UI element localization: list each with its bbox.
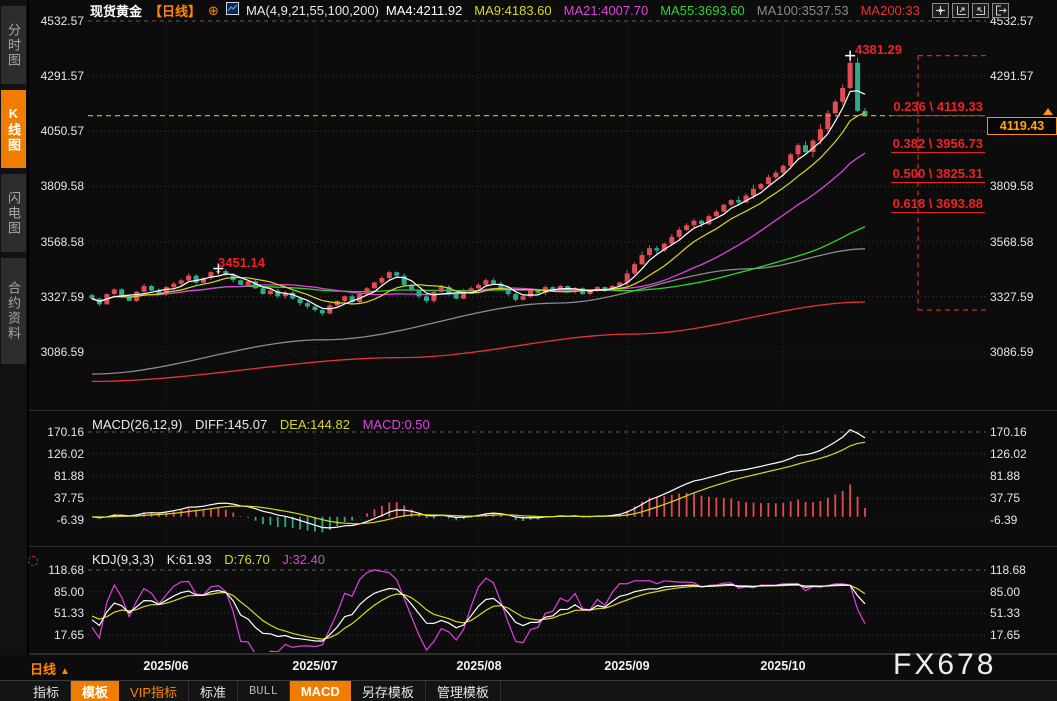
date-label: 2025/09 [594, 659, 660, 673]
kdj-axis-right-tick: 17.65 [990, 628, 1020, 642]
date-label: 2025/06 [133, 659, 199, 673]
period-selector[interactable]: 日线 ▲ [30, 659, 70, 678]
current-price-box: 4119.43 [987, 117, 1057, 135]
add-indicator-icon[interactable]: ⊕ [208, 4, 219, 17]
ma-settings-label: MA(4,9,21,55,100,200) [246, 3, 379, 18]
trading-app-window: 分时图K线图闪电图合约资料 现货黄金 【日线】 ⊕ MA(4,9,21,55,1… [0, 0, 1057, 701]
scale-x-icon[interactable] [952, 3, 969, 18]
macd-title: MACD(26,12,9) [92, 417, 182, 432]
kdj-axis-right-tick: 51.33 [990, 606, 1020, 620]
price-axis-left-tick: 4291.57 [0, 69, 84, 83]
chart-type-sidebar: 分时图K线图闪电图合约资料 [0, 0, 29, 655]
symbol-title: 现货黄金 [90, 1, 142, 20]
pan-crosshair-icon[interactable] [932, 3, 949, 18]
mini-chart-icon [226, 2, 239, 18]
kdj-j-value: J:32.40 [282, 552, 325, 567]
macd-diff-value: DIFF:145.07 [195, 417, 267, 432]
price-axis-left-tick: 3568.58 [0, 235, 84, 249]
chart-header: 现货黄金 【日线】 ⊕ MA(4,9,21,55,100,200) MA4:42… [90, 2, 920, 18]
kdj-header: KDJ(9,3,3) K:61.93 D:76.70 J:32.40 [92, 552, 334, 567]
kdj-axis-right-tick: 118.68 [990, 563, 1026, 577]
ma-legend-value: MA55:3693.60 [660, 3, 745, 18]
macd-axis-right-tick: 126.02 [990, 447, 1027, 461]
toolbar-item[interactable]: 管理模板 [426, 681, 501, 701]
macd-axis-right-tick: 81.88 [990, 469, 1020, 483]
toolbar-item[interactable]: 模板 [71, 681, 119, 701]
macd-axis-left-tick: 37.75 [0, 491, 84, 505]
macd-axis-right-tick: -6.39 [990, 513, 1017, 527]
chart-tool-icons [932, 3, 1009, 18]
kdj-d-value: D:76.70 [224, 552, 270, 567]
price-axis-left-tick: 3809.58 [0, 179, 84, 193]
price-axis-right-tick: 3568.58 [990, 235, 1033, 249]
price-axis-left-tick: 4050.57 [0, 124, 84, 138]
price-axis-right-tick: 3809.58 [990, 179, 1033, 193]
kdj-axis-right-tick: 85.00 [990, 585, 1020, 599]
price-axis-right-tick: 3327.59 [990, 290, 1033, 304]
price-axis-left-tick: 3086.59 [0, 345, 84, 359]
macd-layer [92, 430, 865, 533]
macd-axis-left-tick: 170.16 [0, 425, 84, 439]
ma-legend-value: MA9:4183.60 [474, 3, 551, 18]
price-axis-left-tick: 4532.57 [0, 14, 84, 28]
ma-legend-value: MA4:4211.92 [386, 3, 462, 18]
high-price-label: 4381.29 [855, 42, 902, 57]
ma-legend-value: MA21:4007.70 [564, 3, 649, 18]
fib-level-label: 0.382 \ 3956.73 [891, 136, 985, 153]
swing-high-label: 3451.14 [218, 255, 265, 270]
indicator-toolbar: 指标模板VIP指标标准BULLMACD另存模板管理模板 [0, 680, 1057, 701]
kdj-k-value: K:61.93 [167, 552, 212, 567]
macd-header: MACD(26,12,9) DIFF:145.07 DEA:144.82 MAC… [92, 417, 439, 432]
macd-axis-right-tick: 37.75 [990, 491, 1020, 505]
fib-level-label: 0.236 \ 4119.33 [891, 99, 985, 116]
macd-axis-left-tick: 81.88 [0, 469, 84, 483]
fib-level-label: 0.618 \ 3693.88 [891, 196, 985, 213]
date-label: 2025/08 [446, 659, 512, 673]
price-axis-right-tick: 3086.59 [990, 345, 1033, 359]
date-label: 2025/07 [282, 659, 348, 673]
kdj-axis-left-tick: 51.33 [0, 606, 84, 620]
macd-axis-left-tick: 126.02 [0, 447, 84, 461]
period-arrow-icon: ▲ [60, 666, 70, 677]
toolbar-item[interactable]: BULL [238, 681, 290, 701]
watermark: FX678 [893, 648, 996, 682]
ma-legend-value: MA100:3537.53 [757, 3, 849, 18]
price-axis-right-tick: 4291.57 [990, 69, 1033, 83]
price-axis-left-tick: 3327.59 [0, 290, 84, 304]
macd-axis-right-tick: 170.16 [990, 425, 1027, 439]
toolbar-item[interactable]: 标准 [189, 681, 238, 701]
macd-axis-left-tick: -6.39 [0, 513, 84, 527]
period-tag: 【日线】 [149, 1, 201, 20]
macd-value: MACD:0.50 [363, 417, 430, 432]
price-arrow-icon [1043, 108, 1053, 115]
toolbar-item[interactable]: 另存模板 [351, 681, 426, 701]
ma-legend-value: MA200:33 [861, 3, 920, 18]
date-label: 2025/10 [750, 659, 816, 673]
ma-legend: MA4:4211.92 MA9:4183.60 MA21:4007.70 MA55:3… [386, 3, 920, 18]
toolbar-item[interactable]: MACD [290, 681, 351, 701]
fib-level-label: 0.500 \ 3825.31 [891, 166, 985, 183]
kdj-axis-left-tick: 118.68 [0, 563, 84, 577]
exit-fullscreen-icon[interactable] [992, 3, 1009, 18]
kdj-title: KDJ(9,3,3) [92, 552, 154, 567]
macd-dea-value: DEA:144.82 [280, 417, 350, 432]
period-selector-label: 日线 [30, 662, 56, 677]
scale-y-icon[interactable] [972, 3, 989, 18]
kdj-axis-left-tick: 17.65 [0, 628, 84, 642]
toolbar-item[interactable]: 指标 [22, 681, 71, 701]
toolbar-item[interactable]: VIP指标 [119, 681, 189, 701]
kdj-axis-left-tick: 85.00 [0, 585, 84, 599]
